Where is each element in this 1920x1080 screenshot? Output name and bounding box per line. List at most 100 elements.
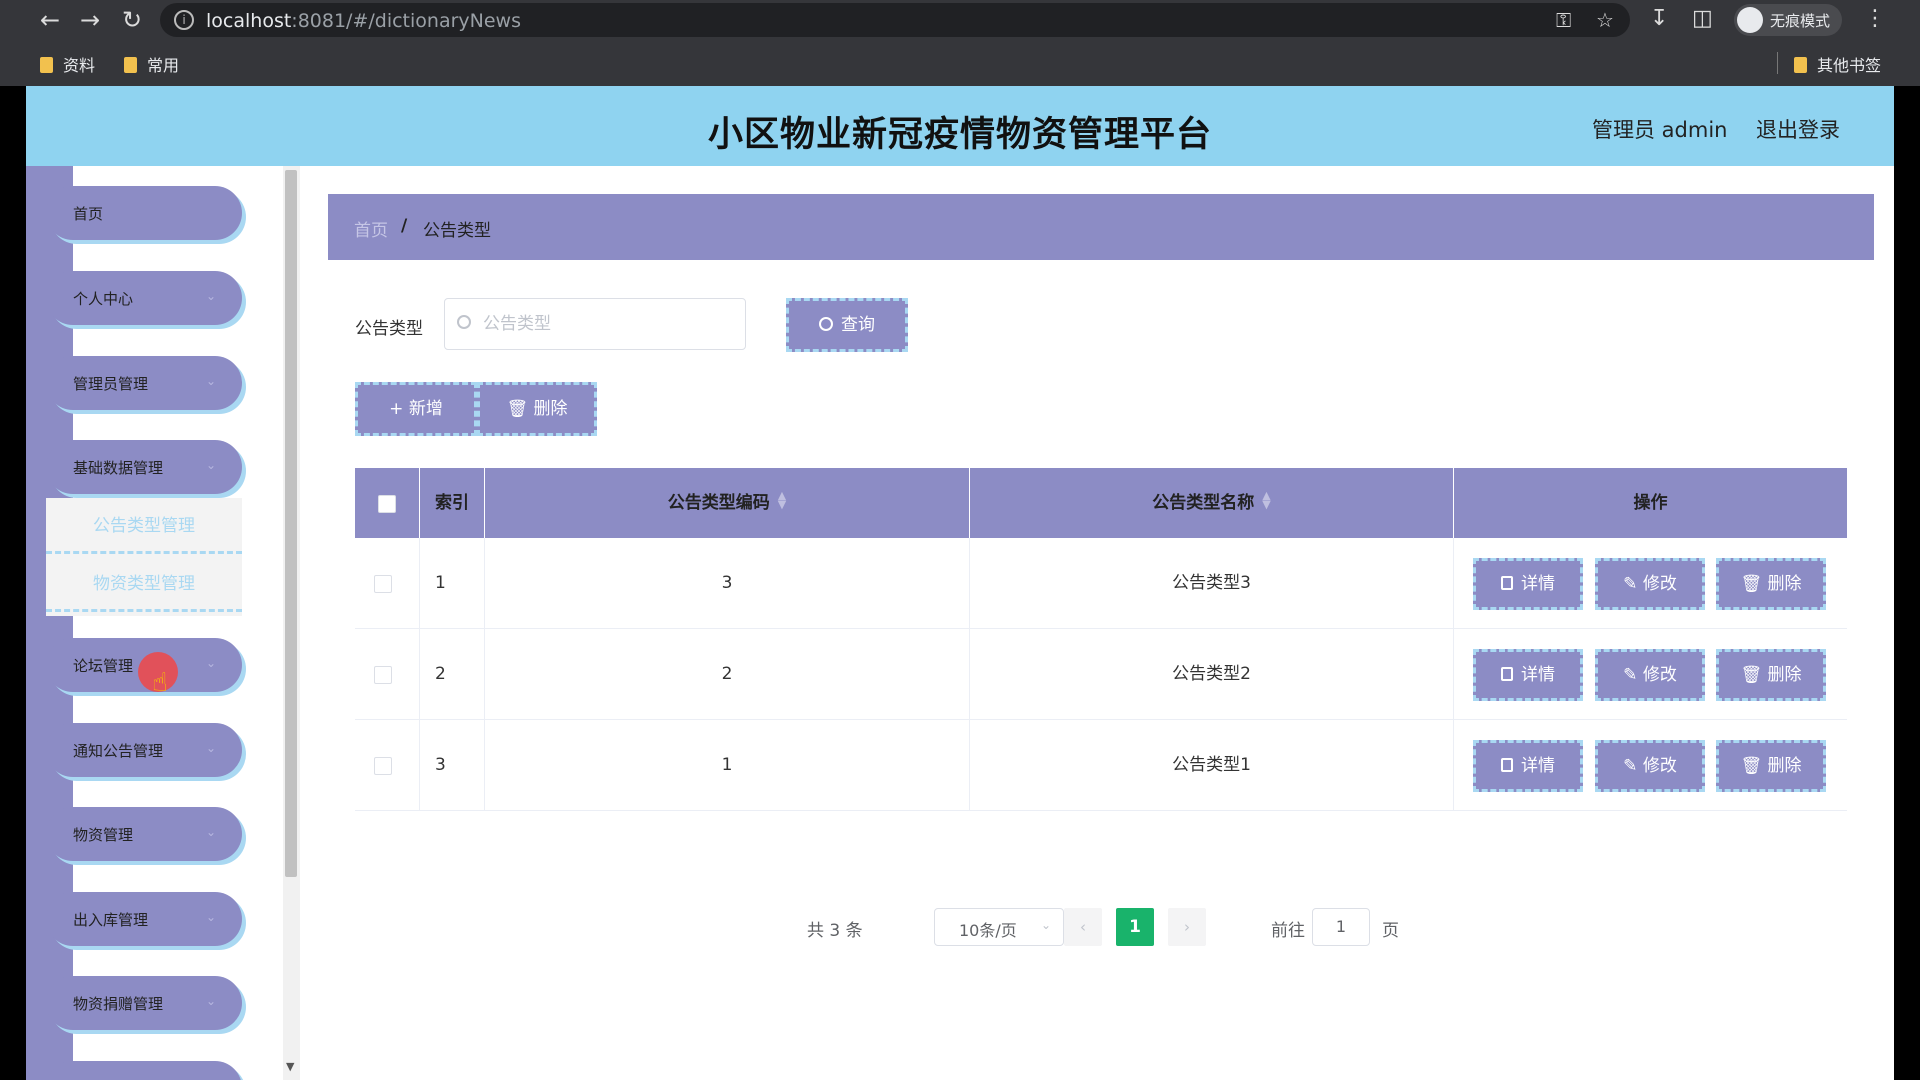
browser-toolbar: ← → ↻ i localhost:8081/#/dictionaryNews … — [0, 0, 1920, 40]
forward-icon[interactable]: → — [76, 6, 104, 34]
column-name[interactable]: 公告类型名称 ▲ ▼ — [970, 468, 1454, 538]
edit-button[interactable]: ✎ 修改 — [1595, 558, 1705, 610]
detail-button[interactable]: 详情 — [1473, 649, 1583, 701]
site-info-icon[interactable]: i — [174, 10, 194, 30]
cell-index: 2 — [420, 629, 485, 720]
edit-button[interactable]: ✎ 修改 — [1595, 649, 1705, 701]
pagination: 共 3 条 10条/页 ⌄ ‹ 1 › 前往 1 页 — [300, 908, 1894, 948]
page-size-select[interactable]: 10条/页 ⌄ — [934, 908, 1064, 946]
sort-icon[interactable]: ▲ ▼ — [778, 490, 786, 510]
document-icon — [1501, 667, 1513, 681]
row-checkbox[interactable] — [374, 575, 392, 593]
next-page-button[interactable]: › — [1168, 908, 1206, 946]
key-icon[interactable]: ⚿ — [1556, 8, 1571, 32]
url-path: :8081/#/dictionaryNews — [291, 10, 521, 32]
trash-icon: 🗑 — [1740, 574, 1768, 594]
sidebar-item-label: 通知公告管理 — [73, 742, 164, 760]
search-input[interactable] — [483, 311, 733, 337]
batch-delete-button[interactable]: 🗑 删除 — [477, 382, 597, 436]
basic-data-submenu: 公告类型管理 物资类型管理 — [46, 498, 242, 616]
prev-page-button[interactable]: ‹ — [1064, 908, 1102, 946]
chevron-down-icon: ⌄ — [1040, 918, 1051, 932]
row-checkbox[interactable] — [374, 666, 392, 684]
detail-button-label: 详情 — [1521, 756, 1555, 776]
page-suffix: 页 — [1382, 921, 1399, 941]
cell-code: 1 — [485, 720, 970, 811]
breadcrumb-current: 公告类型 — [423, 221, 491, 241]
delete-button-label: 删除 — [1767, 574, 1802, 594]
sidebar-item-profile[interactable]: 个人中心 ⌄ — [46, 271, 242, 325]
add-button-label: 新增 — [408, 399, 443, 419]
column-label: 公告类型名称 — [1152, 493, 1255, 513]
submenu-material-type[interactable]: 物资类型管理 — [46, 556, 242, 612]
pencil-icon: ✎ — [1623, 665, 1643, 685]
chevron-down-icon: ⌄ — [205, 910, 216, 924]
bookmark-label: 资料 — [63, 56, 96, 75]
more-menu-icon[interactable]: ⋮ — [1864, 6, 1886, 31]
sidebar-scroll-thumb[interactable] — [285, 170, 297, 877]
select-all-checkbox[interactable] — [378, 495, 396, 513]
add-button[interactable]: + 新增 — [355, 382, 477, 436]
delete-button[interactable]: 🗑 删除 — [1716, 740, 1826, 792]
query-button[interactable]: 查询 — [786, 298, 908, 352]
sidebar: 首页 个人中心 ⌄ 管理员管理 ⌄ 基础数据管理 ⌄ 公告类型管理 物资类型管理 论坛… — [26, 166, 300, 1080]
url-text[interactable]: localhost:8081/#/dictionaryNews — [206, 10, 521, 32]
sidebar-item-basic-data[interactable]: 基础数据管理 ⌄ — [46, 440, 242, 494]
edit-button[interactable]: ✎ 修改 — [1595, 740, 1705, 792]
bookmarks-bar: 资料 常用 其他书签 — [0, 48, 1920, 78]
sidebar-item-label: 物资管理 — [73, 826, 134, 844]
submenu-notice-type[interactable]: 公告类型管理 — [46, 498, 242, 554]
back-icon[interactable]: ← — [36, 6, 64, 34]
delete-button-label: 删除 — [1767, 665, 1802, 685]
sidebar-item-notice[interactable]: 通知公告管理 ⌄ — [46, 723, 242, 777]
sidebar-item-label: 首页 — [73, 205, 104, 223]
search-label: 公告类型 — [355, 319, 423, 339]
cell-name: 公告类型2 — [970, 629, 1454, 720]
breadcrumb-home[interactable]: 首页 — [354, 216, 388, 241]
sidebar-item-home[interactable]: 首页 — [46, 186, 242, 240]
folder-icon — [1794, 57, 1807, 73]
query-button-label: 查询 — [841, 315, 875, 335]
incognito-profile[interactable]: 无痕模式 — [1734, 4, 1842, 36]
trash-icon: 🗑 — [1740, 665, 1768, 685]
sidebar-item-admin[interactable]: 管理员管理 ⌄ — [46, 356, 242, 410]
search-box[interactable] — [444, 298, 746, 350]
page-number-current[interactable]: 1 — [1116, 908, 1154, 946]
detail-button[interactable]: 详情 — [1473, 558, 1583, 610]
column-code[interactable]: 公告类型编码 ▲ ▼ — [485, 468, 970, 538]
bookmark-folder[interactable]: 资料 — [40, 52, 95, 76]
page-size-value: 10条/页 — [959, 921, 1017, 940]
download-icon[interactable]: ↧ — [1650, 6, 1668, 31]
sort-icon[interactable]: ▲ ▼ — [1262, 490, 1270, 510]
sidebar-item-materials[interactable]: 物资管理 ⌄ — [46, 807, 242, 861]
table-row: 2 2 公告类型2 详情 ✎ 修改 🗑 删除 — [355, 629, 1847, 720]
star-icon[interactable]: ☆ — [1596, 8, 1614, 32]
goto-page-input[interactable]: 1 — [1312, 908, 1370, 946]
logout-link[interactable]: 退出登录 — [1756, 114, 1840, 144]
sidebar-item-more[interactable] — [46, 1061, 242, 1080]
document-icon — [1501, 758, 1513, 772]
column-index: 索引 — [420, 468, 485, 538]
bookmarks-divider — [1777, 52, 1778, 74]
address-bar[interactable]: i localhost:8081/#/dictionaryNews ⚿ ☆ — [160, 3, 1630, 37]
current-user: 管理员 admin — [1592, 118, 1728, 142]
detail-button[interactable]: 详情 — [1473, 740, 1583, 792]
url-host: localhost — [206, 10, 292, 32]
sidepanel-icon[interactable]: ◫ — [1692, 6, 1713, 31]
bookmark-folder[interactable]: 常用 — [124, 52, 179, 76]
other-bookmarks[interactable]: 其他书签 — [1794, 52, 1881, 76]
chevron-down-icon: ⌄ — [205, 289, 216, 303]
row-select-cell — [355, 720, 420, 811]
reload-icon[interactable]: ↻ — [118, 6, 146, 34]
goto-label: 前往 — [1271, 921, 1305, 941]
row-checkbox[interactable] — [374, 757, 392, 775]
cell-index: 1 — [420, 538, 485, 629]
detail-button-label: 详情 — [1521, 574, 1555, 594]
row-select-cell — [355, 629, 420, 720]
sidebar-item-donation[interactable]: 物资捐赠管理 ⌄ — [46, 976, 242, 1030]
scroll-down-icon[interactable]: ▼ — [286, 1060, 294, 1073]
bookmark-label: 常用 — [147, 56, 180, 75]
delete-button[interactable]: 🗑 删除 — [1716, 558, 1826, 610]
sidebar-item-stock[interactable]: 出入库管理 ⌄ — [46, 892, 242, 946]
delete-button[interactable]: 🗑 删除 — [1716, 649, 1826, 701]
